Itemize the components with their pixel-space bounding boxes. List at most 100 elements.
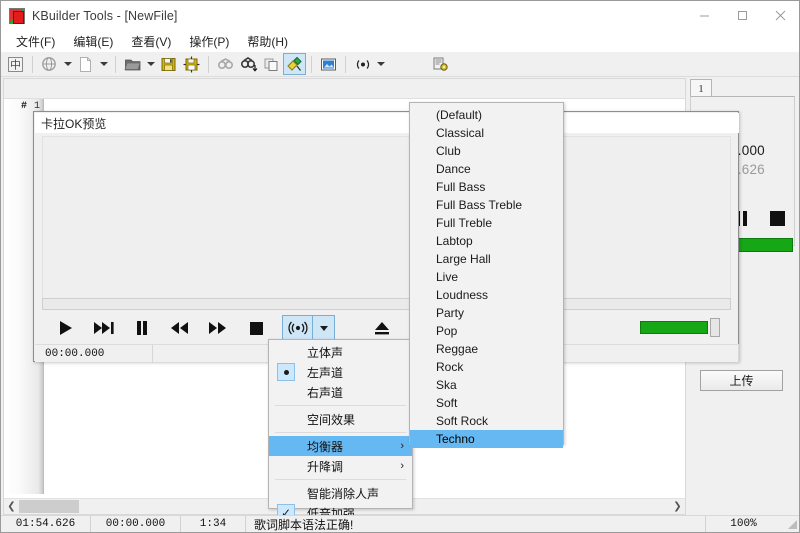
toolbar-separator <box>115 56 116 73</box>
status-current-time: 00:00.000 <box>91 516 181 533</box>
ctx-remove-vocal[interactable]: 智能消除人声 <box>269 483 412 503</box>
eq-item-default[interactable]: (Default) <box>410 106 563 124</box>
eq-item-party[interactable]: Party <box>410 304 563 322</box>
sound-dropdown-arrow-icon[interactable] <box>374 53 387 75</box>
ctx-item-label: 右声道 <box>307 384 343 401</box>
title-bar: KBuilder Tools - [NewFile] <box>1 1 799 30</box>
upload-button[interactable]: 上传 <box>700 370 783 391</box>
svg-text:中: 中 <box>10 58 21 71</box>
eq-item-ska[interactable]: Ska <box>410 376 563 394</box>
gutter-mark: # <box>21 101 27 112</box>
ctx-spatial-effect[interactable]: 空间效果 <box>269 409 412 429</box>
application-window: KBuilder Tools - [NewFile] 文件(F) 编辑(E) 查… <box>0 0 800 533</box>
status-zoom: 100% <box>706 516 781 533</box>
new-file-icon[interactable] <box>74 53 97 75</box>
ctx-left-channel[interactable]: 左声道 <box>269 362 412 382</box>
minimize-button[interactable] <box>685 1 723 30</box>
ctx-right-channel[interactable]: 右声道 <box>269 382 412 402</box>
eq-item-soft-rock[interactable]: Soft Rock <box>410 412 563 430</box>
eq-item-full-treble[interactable]: Full Treble <box>410 214 563 232</box>
toolbar-separator <box>345 56 346 73</box>
scrollbar-thumb[interactable] <box>19 500 79 513</box>
equalizer-submenu: (Default) Classical Club Dance Full Bass… <box>409 102 564 445</box>
ctx-equalizer[interactable]: 均衡器 › <box>269 436 412 456</box>
status-bar: 01:54.626 00:00.000 1:34 歌词脚本语法正确! 100% <box>1 515 799 532</box>
eq-item-soft[interactable]: Soft <box>410 394 563 412</box>
audio-channel-button[interactable] <box>282 315 313 341</box>
menu-edit[interactable]: 编辑(E) <box>64 31 122 52</box>
save-icon[interactable] <box>157 53 180 75</box>
eq-item-reggae[interactable]: Reggae <box>410 340 563 358</box>
fast-forward-button[interactable] <box>199 313 237 343</box>
globe-icon[interactable] <box>38 53 61 75</box>
window-title: KBuilder Tools - [NewFile] <box>32 9 177 23</box>
eq-item-live[interactable]: Live <box>410 268 563 286</box>
sound-icon[interactable] <box>351 53 374 75</box>
ctx-item-label: 均衡器 <box>307 438 343 455</box>
new-file-dropdown-arrow-icon[interactable] <box>97 53 110 75</box>
eq-item-dance[interactable]: Dance <box>410 160 563 178</box>
status-message: 歌词脚本语法正确! <box>246 516 706 533</box>
volume-slider[interactable] <box>640 317 728 339</box>
find-next-icon[interactable] <box>237 53 260 75</box>
open-folder-icon[interactable] <box>121 53 144 75</box>
scroll-left-arrow-icon[interactable]: ❮ <box>4 499 19 514</box>
menu-view[interactable]: 查看(V) <box>122 31 180 52</box>
submenu-arrow-icon: › <box>400 460 404 472</box>
context-menu-separator <box>275 479 406 480</box>
preview-time-cell: 00:00.000 <box>35 345 153 363</box>
menu-bar: 文件(F) 编辑(E) 查看(V) 操作(P) 帮助(H) <box>1 30 799 52</box>
ctx-stereo[interactable]: 立体声 <box>269 342 412 362</box>
eq-item-loudness[interactable]: Loudness <box>410 286 563 304</box>
menu-help[interactable]: 帮助(H) <box>238 31 297 52</box>
settings-tool-icon[interactable] <box>429 53 452 75</box>
resize-grip-icon[interactable] <box>785 517 799 531</box>
pause-button[interactable] <box>123 313 161 343</box>
audio-context-menu: 立体声 左声道 右声道 空间效果 均衡器 › 升降调 › 智能消除人声 ✓ 低音… <box>268 339 413 509</box>
status-total-time: 01:54.626 <box>1 516 91 533</box>
eq-item-classical[interactable]: Classical <box>410 124 563 142</box>
ctx-pitch-shift[interactable]: 升降调 › <box>269 456 412 476</box>
volume-knob[interactable] <box>710 318 720 337</box>
mini-stop-button[interactable] <box>770 211 785 226</box>
rewind-button[interactable] <box>161 313 199 343</box>
maximize-button[interactable] <box>723 1 761 30</box>
ctx-item-label: 左声道 <box>307 364 343 381</box>
eq-item-labtop[interactable]: Labtop <box>410 232 563 250</box>
eq-item-techno[interactable]: Techno <box>410 430 563 448</box>
menu-operate[interactable]: 操作(P) <box>180 31 238 52</box>
copy-icon[interactable] <box>260 53 283 75</box>
language-cn-icon[interactable]: 中 <box>4 53 27 75</box>
picture-icon[interactable] <box>317 53 340 75</box>
globe-dropdown-arrow-icon[interactable] <box>61 53 74 75</box>
preview-seek-bar[interactable] <box>42 298 731 310</box>
context-menu-separator <box>275 405 406 406</box>
ctx-item-label: 智能消除人声 <box>307 485 379 502</box>
eq-item-large-hall[interactable]: Large Hall <box>410 250 563 268</box>
eq-item-full-bass-treble[interactable]: Full Bass Treble <box>410 196 563 214</box>
next-button[interactable] <box>85 313 123 343</box>
open-folder-dropdown-arrow-icon[interactable] <box>144 53 157 75</box>
eq-item-pop[interactable]: Pop <box>410 322 563 340</box>
menu-file[interactable]: 文件(F) <box>7 31 64 52</box>
close-button[interactable] <box>761 1 799 30</box>
volume-fill <box>640 321 708 334</box>
karaoke-build-icon[interactable] <box>283 53 306 75</box>
eq-item-rock[interactable]: Rock <box>410 358 563 376</box>
save-as-icon[interactable] <box>180 53 203 75</box>
eq-item-full-bass[interactable]: Full Bass <box>410 178 563 196</box>
tab-1[interactable]: 1 <box>690 79 712 97</box>
scroll-right-arrow-icon[interactable]: ❯ <box>670 499 685 514</box>
find-icon[interactable] <box>214 53 237 75</box>
eq-item-club[interactable]: Club <box>410 142 563 160</box>
karaoke-preview-window: 卡拉OK预览 <box>33 111 739 362</box>
audio-channel-dropdown-arrow-icon[interactable] <box>313 315 335 341</box>
ctx-item-label: 升降调 <box>307 458 343 475</box>
toolbar-separator <box>32 56 33 73</box>
toolbar: 中 <box>1 52 799 77</box>
play-button[interactable] <box>47 313 85 343</box>
window-controls <box>685 1 799 30</box>
ctx-item-label: 立体声 <box>307 344 343 361</box>
right-panel-tabstrip: 1 <box>690 79 795 97</box>
preview-window-title: 卡拉OK预览 <box>35 113 739 133</box>
